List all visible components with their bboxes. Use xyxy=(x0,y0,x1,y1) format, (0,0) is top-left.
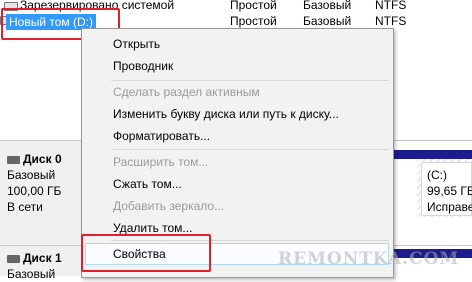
menu-item-explorer[interactable]: Проводник xyxy=(113,59,173,73)
properties-highlight-frame xyxy=(81,234,211,272)
menu-item-change-drive-letter[interactable]: Изменить букву диска или путь к диску... xyxy=(113,107,339,121)
partition-c-letter: (C:) xyxy=(427,168,447,182)
menu-separator xyxy=(111,80,389,81)
menu-item-delete-volume[interactable]: Удалить том... xyxy=(113,221,192,235)
menu-item-shrink-volume[interactable]: Сжать том... xyxy=(113,177,182,191)
watermark: REMONTKA.COM xyxy=(278,249,460,269)
volume-type: Базовый xyxy=(303,14,352,28)
disk-icon xyxy=(7,156,20,164)
disk-icon xyxy=(7,255,20,263)
disk-size: 100,00 ГБ xyxy=(7,184,62,198)
disk-0-info[interactable]: Диск 0 Базовый 100,00 ГБ В сети xyxy=(7,151,62,215)
disk-type: Базовый xyxy=(7,267,56,281)
menu-item-open[interactable]: Открыть xyxy=(113,37,160,51)
disk-label: Диск 1 xyxy=(23,251,62,265)
disk-type: Базовый xyxy=(7,168,56,182)
disk-label: Диск 0 xyxy=(23,152,62,166)
disk-1-info[interactable]: Диск 1 Базовый xyxy=(7,250,62,282)
menu-item-mark-active[interactable]: Сделать раздел активным xyxy=(113,85,260,99)
menu-item-format[interactable]: Форматировать... xyxy=(113,129,210,143)
menu-item-extend-volume[interactable]: Расширить том... xyxy=(113,155,208,169)
partition-header-bar xyxy=(392,150,472,159)
partition-c-size: 99,65 ГБ xyxy=(427,184,472,198)
volume-fs: NTFS xyxy=(375,14,407,28)
volume-layout: Простой xyxy=(230,14,277,28)
menu-item-add-mirror[interactable]: Добавить зеркало... xyxy=(113,199,224,213)
volume-fs: NTFS xyxy=(375,0,407,12)
menu-separator xyxy=(111,149,389,150)
disk-state: В сети xyxy=(7,200,43,214)
volume-type: Базовый xyxy=(303,0,352,12)
volume-layout: Простой xyxy=(230,0,277,12)
partition-c-status: Исправе xyxy=(427,200,472,214)
